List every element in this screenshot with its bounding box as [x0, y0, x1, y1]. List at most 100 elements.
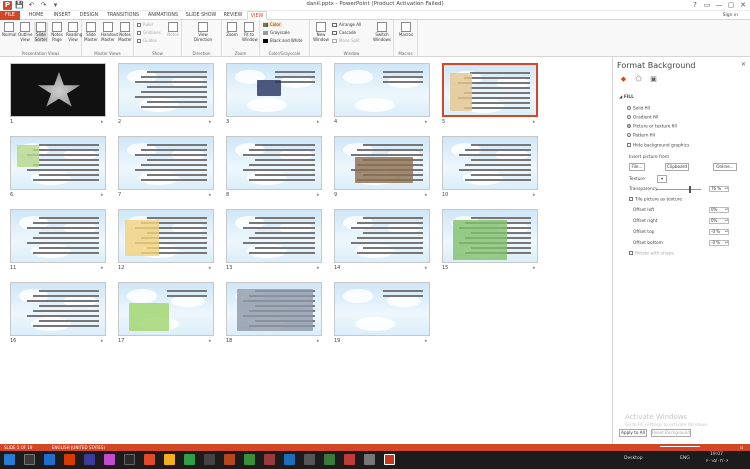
picture-icon[interactable]: ▣: [649, 75, 658, 84]
slide-thumbnail[interactable]: [226, 209, 322, 263]
fill-section-header[interactable]: ◢ FILL: [619, 95, 634, 100]
color-button[interactable]: Color: [263, 22, 283, 27]
tab-home[interactable]: HOME: [26, 11, 46, 20]
transition-star-icon[interactable]: ★: [100, 119, 104, 124]
transition-star-icon[interactable]: ★: [208, 192, 212, 197]
transition-star-icon[interactable]: ★: [208, 265, 212, 270]
online-button[interactable]: Online...: [713, 163, 737, 171]
transition-star-icon[interactable]: ★: [532, 119, 536, 124]
after-effects-icon[interactable]: [124, 454, 135, 465]
tab-animations[interactable]: ANIMATIONS: [145, 11, 181, 20]
normal-view-button[interactable]: Normal: [2, 22, 16, 38]
close-button[interactable]: ✕: [738, 0, 748, 10]
maximize-button[interactable]: ▢: [726, 0, 736, 10]
notes-button[interactable]: Notes: [166, 22, 180, 38]
offset-left-input[interactable]: 0%: [709, 207, 729, 213]
black-and-white-button[interactable]: Black and White: [263, 38, 303, 43]
slide-thumbnail[interactable]: [118, 282, 214, 336]
effects-pentagon-icon[interactable]: ⬠: [634, 75, 643, 84]
outline-view-button[interactable]: Outline View: [18, 22, 32, 42]
pattern-fill-radio[interactable]: Pattern fill: [627, 133, 655, 139]
slide-thumbnail[interactable]: [334, 63, 430, 117]
solid-fill-radio[interactable]: Solid fill: [627, 106, 650, 112]
gradient-fill-radio[interactable]: Gradient fill: [627, 115, 658, 121]
desktop-toolbar-label[interactable]: Desktop: [624, 456, 643, 461]
ruler-checkbox[interactable]: Ruler: [137, 22, 153, 27]
powerpoint-active-icon[interactable]: [384, 454, 395, 465]
sign-in-link[interactable]: Sign in: [723, 11, 738, 20]
slide-thumbnail[interactable]: [118, 136, 214, 190]
transparency-slider[interactable]: [657, 186, 701, 193]
transition-star-icon[interactable]: ★: [100, 338, 104, 343]
media-player-icon[interactable]: [204, 454, 215, 465]
notes-page-button[interactable]: Notes Page: [50, 22, 64, 42]
macros-button[interactable]: Macros: [398, 22, 414, 38]
app-icon[interactable]: [344, 454, 355, 465]
picture-texture-fill-radio[interactable]: Picture or texture fill: [627, 124, 677, 130]
file-button[interactable]: File...: [629, 163, 645, 171]
transition-star-icon[interactable]: ★: [424, 265, 428, 270]
tab-design[interactable]: DESIGN: [77, 11, 101, 20]
transition-star-icon[interactable]: ★: [208, 119, 212, 124]
slide-thumbnail[interactable]: [10, 136, 106, 190]
slide-thumbnail[interactable]: [118, 63, 214, 117]
slide-thumbnail[interactable]: [226, 136, 322, 190]
close-icon[interactable]: ✕: [741, 61, 746, 68]
word-icon[interactable]: [224, 454, 235, 465]
clipboard-button[interactable]: Clipboard: [665, 163, 689, 171]
fill-bucket-icon[interactable]: ◆: [619, 75, 628, 84]
slide-thumbnail[interactable]: [10, 282, 106, 336]
zoom-slider[interactable]: [660, 446, 700, 447]
slide-thumbnail[interactable]: [334, 136, 430, 190]
arrange-all-button[interactable]: Arrange All: [332, 22, 361, 27]
cascade-button[interactable]: Cascade: [332, 30, 356, 35]
zoom-button[interactable]: Zoom: [225, 22, 239, 38]
texture-dropdown[interactable]: ▾: [657, 175, 667, 183]
photoshop-icon[interactable]: [44, 454, 55, 465]
new-window-button[interactable]: New Window: [312, 22, 330, 42]
premiere-icon[interactable]: [104, 454, 115, 465]
slide-thumbnail[interactable]: [442, 63, 538, 117]
powerpoint-taskbar-icon[interactable]: [64, 454, 75, 465]
transition-star-icon[interactable]: ★: [532, 265, 536, 270]
reading-view-button[interactable]: Reading View: [66, 22, 82, 42]
help-button[interactable]: ?: [690, 0, 700, 10]
slide-thumbnail[interactable]: [226, 63, 322, 117]
transition-star-icon[interactable]: ★: [424, 119, 428, 124]
gridlines-checkbox[interactable]: Gridlines: [137, 30, 161, 35]
start-button-icon[interactable]: [4, 454, 15, 465]
offset-right-input[interactable]: 0%: [709, 218, 729, 224]
switch-windows-button[interactable]: Switch Windows: [372, 22, 392, 42]
transition-star-icon[interactable]: ★: [532, 192, 536, 197]
handout-master-button[interactable]: Handout Master: [101, 22, 118, 42]
transition-star-icon[interactable]: ★: [424, 192, 428, 197]
language-status[interactable]: ENGLISH (UNITED STATES): [52, 444, 105, 451]
transition-star-icon[interactable]: ★: [100, 265, 104, 270]
offset-bottom-input[interactable]: -0 %: [709, 240, 729, 246]
apply-to-all-button[interactable]: Apply to All: [619, 429, 647, 437]
tab-view[interactable]: VIEW: [247, 11, 267, 20]
tile-picture-checkbox[interactable]: Tile picture as texture: [629, 197, 682, 203]
transition-star-icon[interactable]: ★: [208, 338, 212, 343]
clock-time[interactable]: 19:07: [710, 452, 723, 457]
transition-star-icon[interactable]: ★: [316, 265, 320, 270]
ribbon-display-button[interactable]: ▭: [702, 0, 712, 10]
transparency-slider-thumb[interactable]: [688, 186, 691, 193]
ie-icon[interactable]: [284, 454, 295, 465]
tab-insert[interactable]: INSERT: [50, 11, 74, 20]
transition-star-icon[interactable]: ★: [316, 338, 320, 343]
offset-top-input[interactable]: -0 %: [709, 229, 729, 235]
acrobat-icon[interactable]: [264, 454, 275, 465]
app-icon[interactable]: [364, 454, 375, 465]
grayscale-button[interactable]: Grayscale: [263, 30, 290, 35]
app-icon[interactable]: [324, 454, 335, 465]
illustrator-icon[interactable]: [84, 454, 95, 465]
transition-star-icon[interactable]: ★: [424, 338, 428, 343]
view-direction-button[interactable]: View Direction: [194, 22, 212, 42]
app-icon[interactable]: [304, 454, 315, 465]
clock-date[interactable]: ۲۰۱۵/۰۳/۰۶: [706, 459, 728, 464]
file-explorer-icon[interactable]: [164, 454, 175, 465]
tab-file[interactable]: FILE: [0, 11, 20, 20]
language-indicator[interactable]: ENG: [680, 456, 690, 461]
fit-slide-icon[interactable]: ⊡: [740, 444, 743, 451]
